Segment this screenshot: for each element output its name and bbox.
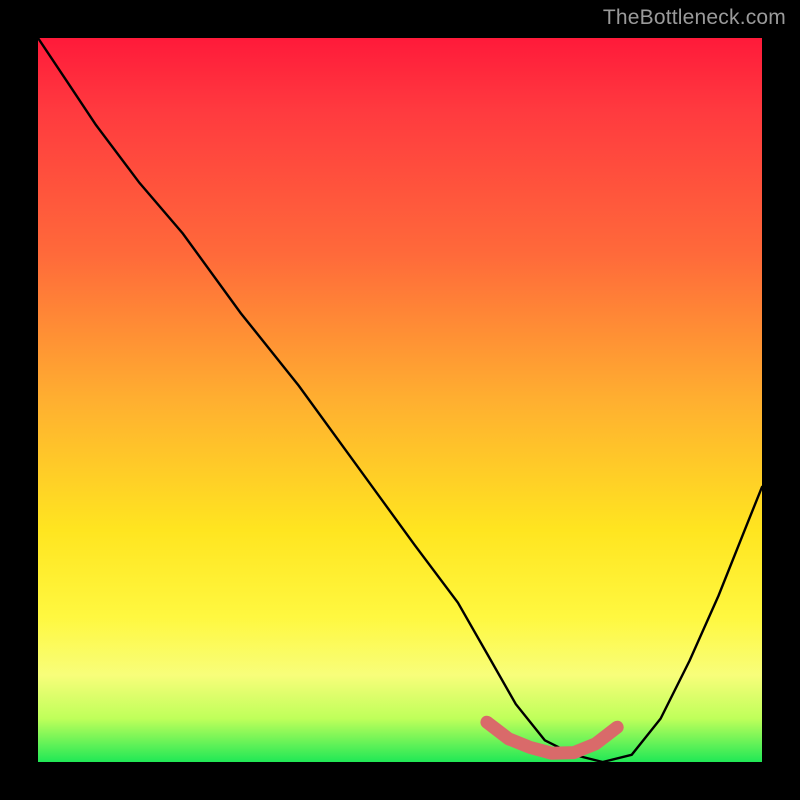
highlight-band — [487, 722, 617, 753]
plot-area — [38, 38, 762, 762]
chart-svg — [38, 38, 762, 762]
bottleneck-curve — [38, 38, 762, 762]
watermark-text: TheBottleneck.com — [603, 6, 786, 30]
chart-frame: TheBottleneck.com — [0, 0, 800, 800]
